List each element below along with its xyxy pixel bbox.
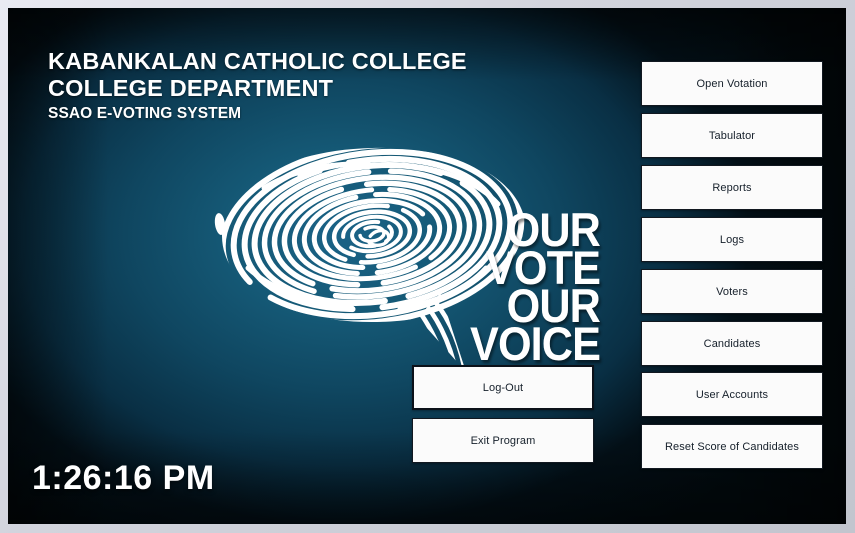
- open-votation-button[interactable]: Open Votation: [641, 61, 823, 106]
- user-accounts-button[interactable]: User Accounts: [641, 372, 823, 417]
- reports-button[interactable]: Reports: [641, 165, 823, 210]
- reset-score-button[interactable]: Reset Score of Candidates: [641, 424, 823, 469]
- system-name-line: SSAO E-VOTING SYSTEM: [48, 105, 242, 122]
- voters-button[interactable]: Voters: [641, 269, 823, 314]
- button-label: Tabulator: [708, 129, 756, 142]
- button-label: Reports: [712, 181, 752, 194]
- logs-button[interactable]: Logs: [641, 217, 823, 262]
- department-line: COLLEGE DEPARTMENT: [48, 75, 334, 101]
- button-label: Exit Program: [470, 434, 536, 447]
- header-titles: KABANKALAN CATHOLIC COLLEGE COLLEGE DEPA…: [48, 48, 467, 124]
- button-label: Voters: [716, 285, 748, 298]
- college-name-line: KABANKALAN CATHOLIC COLLEGE: [48, 48, 467, 74]
- slogan-line-4: VOICE: [470, 317, 601, 370]
- exit-program-button[interactable]: Exit Program: [412, 418, 594, 463]
- button-label: Logs: [719, 233, 745, 246]
- main-canvas: KABANKALAN CATHOLIC COLLEGE COLLEGE DEPA…: [8, 8, 846, 524]
- candidates-button[interactable]: Candidates: [641, 321, 823, 366]
- tabulator-button[interactable]: Tabulator: [641, 113, 823, 158]
- button-label: User Accounts: [695, 388, 769, 401]
- button-label: Candidates: [703, 337, 761, 350]
- application-window: KABANKALAN CATHOLIC COLLEGE COLLEGE DEPA…: [0, 0, 855, 533]
- button-label: Open Votation: [696, 77, 768, 90]
- button-label: Log-Out: [482, 381, 524, 394]
- log-out-button[interactable]: Log-Out: [412, 365, 594, 410]
- button-label: Reset Score of Candidates: [665, 440, 799, 453]
- clock-display: 1:26:16 PM: [32, 459, 215, 497]
- slogan-text: OUR VOTE OUR VOICE: [428, 206, 601, 370]
